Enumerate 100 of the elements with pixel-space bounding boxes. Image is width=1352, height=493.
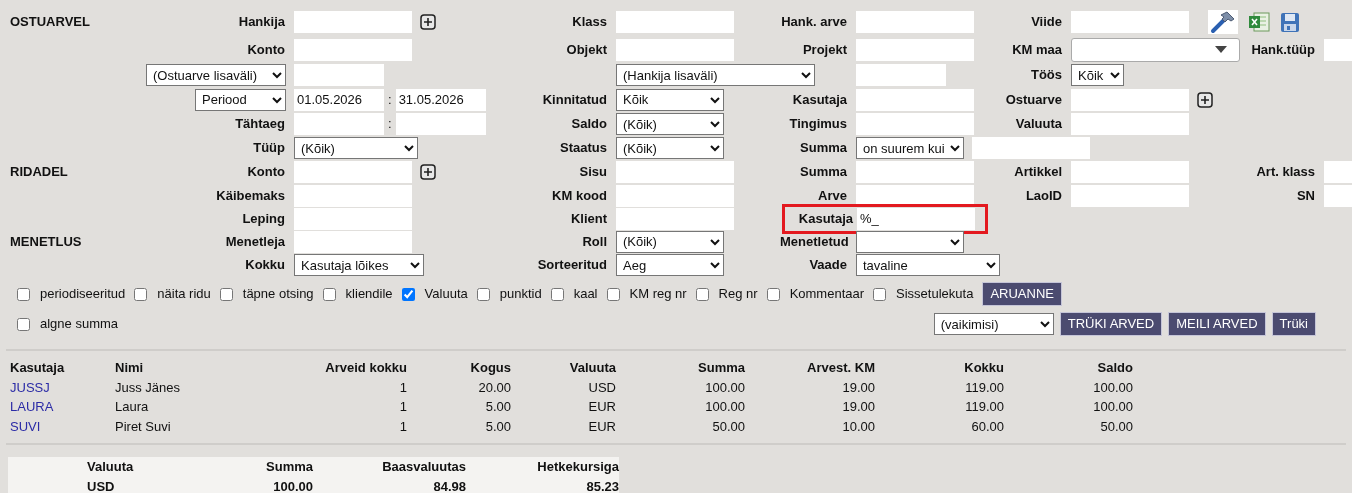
checkbox[interactable] <box>695 287 709 301</box>
user-link[interactable]: LAURA <box>10 399 54 414</box>
text-field[interactable] <box>616 207 734 230</box>
hammer-icon[interactable] <box>1208 10 1238 34</box>
table-cell: 100.00 <box>616 377 745 397</box>
field-label: Kasutaja <box>797 209 854 228</box>
checkbox[interactable] <box>17 287 30 301</box>
text-field[interactable] <box>616 38 734 61</box>
checkbox-label: Reg nr <box>718 285 758 304</box>
checkbox[interactable] <box>873 287 887 301</box>
field-label: Tüüp <box>252 139 286 158</box>
dropdown[interactable]: on suurem kui <box>856 137 964 159</box>
dropdown[interactable]: (Kõik) <box>616 137 724 159</box>
text-field[interactable] <box>294 38 412 61</box>
field-label: Klass <box>571 13 608 32</box>
print-button[interactable]: TRÜKI ARVED <box>1059 312 1163 336</box>
text-field[interactable]: 01.05.2026 <box>294 88 384 111</box>
text-field[interactable]: 31.05.2026 <box>395 88 486 111</box>
save-icon[interactable] <box>1280 11 1300 33</box>
text-field[interactable] <box>856 184 974 207</box>
text-field[interactable] <box>1071 88 1189 111</box>
checkbox-label: kliendile <box>345 285 393 304</box>
column-header: Summa <box>616 358 745 378</box>
checkbox-label: KM reg nr <box>629 285 687 304</box>
table-cell: EUR <box>511 397 616 417</box>
field-label: Hank. arve <box>780 13 848 32</box>
dropdown[interactable]: tavaline <box>856 254 1000 276</box>
text-field[interactable] <box>856 113 974 135</box>
checkbox[interactable] <box>606 287 620 301</box>
text-field[interactable] <box>616 161 734 183</box>
field-label: Arve <box>817 186 848 205</box>
text-field[interactable] <box>856 64 946 86</box>
text-field[interactable] <box>616 184 734 207</box>
print-button[interactable]: MEILI ARVED <box>1168 312 1266 336</box>
checkbox[interactable] <box>401 287 415 301</box>
checkbox[interactable] <box>476 287 490 301</box>
field-label: Sorteeritud <box>536 256 608 275</box>
text-field[interactable] <box>294 64 384 86</box>
dropdown[interactable]: Kõik <box>616 88 724 111</box>
dropdown[interactable]: (Kõik) <box>616 113 724 135</box>
table-cell-text: Laura <box>115 398 150 416</box>
print-button[interactable]: Trüki <box>1271 312 1316 336</box>
field-label: Klient <box>569 209 608 228</box>
user-link[interactable]: JUSSJ <box>10 379 50 395</box>
text-field[interactable] <box>1071 113 1189 135</box>
dropdown[interactable]: (Hankija lisaväli) <box>616 64 815 86</box>
text-field[interactable] <box>616 11 734 33</box>
add-icon[interactable] <box>420 164 436 180</box>
table-cell: 119.00 <box>875 397 1004 417</box>
range-separator: : <box>387 115 393 134</box>
text-field[interactable] <box>395 113 486 135</box>
checkbox-label: algne summa <box>40 315 119 334</box>
text-field[interactable] <box>294 161 412 183</box>
dropdown[interactable]: (Ostuarve lisaväli) <box>146 64 286 86</box>
dropdown[interactable]: Periood <box>195 88 286 111</box>
text-field[interactable] <box>294 207 412 230</box>
report-button[interactable]: ARUANNE <box>982 282 1062 306</box>
text-field[interactable] <box>1071 184 1189 207</box>
section-heading: OSTUARVEL <box>9 13 91 32</box>
dropdown[interactable]: (vaikimisi) <box>933 313 1054 335</box>
dropdown[interactable]: (Kõik) <box>294 137 418 159</box>
dropdown-arrow-icon[interactable] <box>1215 46 1227 53</box>
dropdown[interactable]: Kõik <box>1071 64 1124 86</box>
checkbox[interactable] <box>322 287 336 301</box>
dropdown[interactable]: Kasutaja lõikes <box>294 254 424 276</box>
table-cell: 50.00 <box>616 416 745 436</box>
add-icon[interactable] <box>1197 91 1213 108</box>
text-field[interactable] <box>294 11 412 33</box>
field-label: Summa <box>799 163 848 182</box>
text-field[interactable] <box>856 11 974 33</box>
text-field[interactable]: %_ <box>857 207 975 230</box>
table-cell: 19.00 <box>745 397 875 417</box>
field-label: Ostuarve <box>1004 90 1063 109</box>
text-field[interactable] <box>856 38 974 61</box>
field-label: Art. klass <box>1255 163 1316 182</box>
text-field[interactable] <box>1071 161 1189 183</box>
column-header: Kogus <box>407 358 511 378</box>
range-separator: : <box>387 90 393 109</box>
checkbox[interactable] <box>17 317 30 331</box>
spreadsheet-icon[interactable] <box>1248 11 1270 33</box>
dropdown[interactable]: (Kõik) <box>616 230 724 253</box>
field-label: Hank.tüüp <box>1250 40 1316 59</box>
checkbox-label: periodiseeritud <box>40 285 126 304</box>
dropdown[interactable]: Aeg <box>616 254 724 276</box>
checkbox[interactable] <box>134 287 148 301</box>
checkbox[interactable] <box>550 287 564 301</box>
text-field[interactable] <box>856 161 974 183</box>
dropdown[interactable] <box>856 230 964 253</box>
text-field[interactable] <box>856 88 974 111</box>
text-field[interactable] <box>294 230 412 253</box>
user-link[interactable]: SUVI <box>10 418 41 434</box>
text-field[interactable] <box>294 184 412 207</box>
text-field[interactable] <box>1071 11 1189 33</box>
table-cell-text: 1 <box>398 398 407 416</box>
text-field[interactable] <box>294 113 384 135</box>
checkbox[interactable] <box>766 287 780 301</box>
field-label: Projekt <box>801 40 848 59</box>
checkbox[interactable] <box>219 287 233 301</box>
text-field[interactable] <box>972 137 1090 159</box>
add-icon[interactable] <box>420 14 436 30</box>
